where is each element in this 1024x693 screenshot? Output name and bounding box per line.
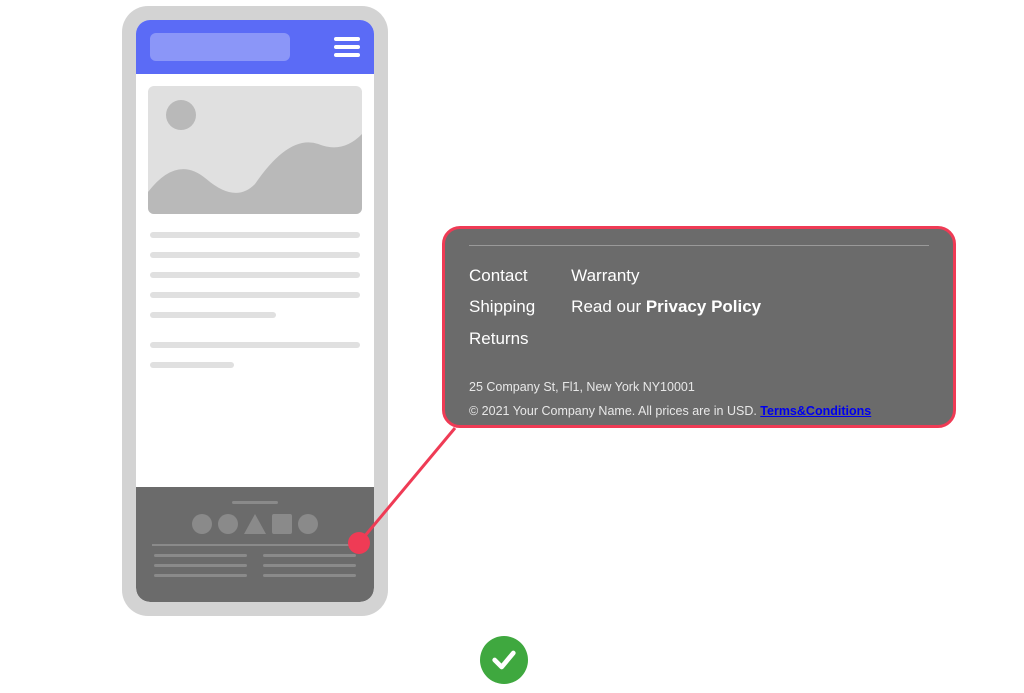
footer-copyright-row: © 2021 Your Company Name. All prices are… [469, 400, 929, 424]
circle-icon[interactable] [218, 514, 238, 534]
footer-links-col-1: Contact Shipping Returns [469, 260, 535, 354]
circle-icon[interactable] [298, 514, 318, 534]
privacy-policy-row: Read our Privacy Policy [571, 291, 761, 322]
triangle-icon[interactable] [244, 514, 266, 534]
divider [152, 544, 358, 546]
callout-anchor-dot [348, 532, 370, 554]
approved-checkmark-icon [480, 636, 528, 684]
phone-screen [136, 20, 374, 602]
footer-detail-callout: Contact Shipping Returns Warranty Read o… [442, 226, 956, 428]
footer-link-contact[interactable]: Contact [469, 260, 535, 291]
body-text-placeholder [136, 214, 374, 390]
hamburger-menu-icon[interactable] [334, 37, 360, 57]
search-input[interactable] [150, 33, 290, 61]
footer-handle [232, 501, 278, 504]
footer-link-shipping[interactable]: Shipping [469, 291, 535, 322]
footer-link-returns[interactable]: Returns [469, 323, 535, 354]
footer-social-icons [150, 514, 360, 534]
footer-copyright: © 2021 Your Company Name. All prices are… [469, 404, 760, 418]
footer-links-col-2: Warranty Read our Privacy Policy [571, 260, 761, 354]
footer-link-terms[interactable]: Terms&Conditions [760, 404, 871, 418]
footer-link-privacy-policy[interactable]: Privacy Policy [646, 297, 761, 316]
divider [469, 245, 929, 246]
footer-link-warranty[interactable]: Warranty [571, 260, 761, 291]
circle-icon[interactable] [192, 514, 212, 534]
phone-frame [122, 6, 388, 616]
mountain-icon [148, 124, 362, 214]
square-icon[interactable] [272, 514, 292, 534]
footer-legal-block: 25 Company St, Fl1, New York NY10001 © 2… [469, 376, 929, 424]
mobile-footer [136, 487, 374, 602]
footer-address: 25 Company St, Fl1, New York NY10001 [469, 376, 929, 400]
hero-image-placeholder [148, 86, 362, 214]
app-header [136, 20, 374, 74]
footer-link-columns [150, 554, 360, 584]
privacy-prefix: Read our [571, 297, 646, 316]
